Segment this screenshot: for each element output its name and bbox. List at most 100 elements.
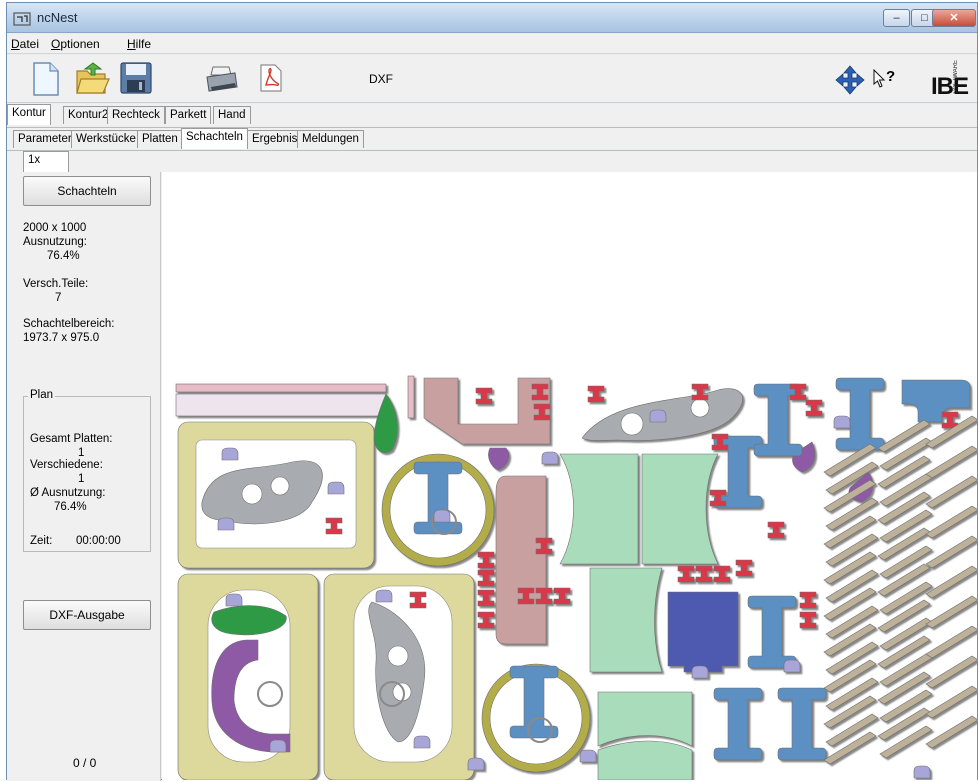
ibe-logo: IBE — [931, 73, 969, 100]
sheet-size: 2000 x 1000 — [23, 222, 87, 234]
part-lavender-tab[interactable] — [433, 509, 451, 523]
move-arrows-icon[interactable] — [835, 65, 865, 95]
nest-button[interactable]: Schachteln — [23, 176, 151, 206]
tab-kontur2[interactable]: Kontur2 — [63, 106, 114, 124]
tab-parameter[interactable]: Parameter — [13, 130, 77, 148]
part-red-clip[interactable] — [477, 611, 495, 629]
part-lavender-tab[interactable] — [691, 665, 709, 679]
part-lavender-tab[interactable] — [579, 749, 597, 763]
part-lavender-tab[interactable] — [913, 765, 931, 779]
title-bar[interactable]: ncNest – □ ✕ — [7, 3, 977, 33]
parts-label: Versch.Teile: — [23, 278, 89, 290]
minimize-button[interactable]: – — [883, 9, 910, 27]
part-green-segment[interactable] — [559, 453, 639, 565]
save-icon[interactable] — [119, 61, 153, 95]
tab-platten[interactable]: Platten — [137, 130, 183, 148]
part-lavender-tab[interactable] — [327, 481, 345, 495]
tab-hand[interactable]: Hand — [213, 106, 251, 124]
nest-area-value: 1973.7 x 975.0 — [23, 332, 100, 344]
part-strip[interactable] — [175, 393, 387, 417]
nesting-canvas[interactable] — [162, 172, 977, 780]
part-lavender-tab[interactable] — [541, 451, 559, 465]
tab-meldungen[interactable]: Meldungen — [297, 130, 364, 148]
tab-kontur[interactable]: Kontur — [7, 104, 51, 125]
toolbar: DXF ? IBE SOFTWARE — [7, 55, 977, 103]
part-blue-ibeam[interactable] — [901, 379, 971, 423]
dxf-export-button[interactable]: DXF-Ausgabe — [23, 600, 151, 630]
part-red-clip[interactable] — [735, 559, 753, 577]
avg-utilization-label: Ø Ausnutzung: — [30, 487, 106, 499]
print-icon[interactable] — [205, 65, 239, 95]
part-purple-wedge[interactable] — [488, 447, 510, 471]
tab-run-1x[interactable]: 1x — [23, 151, 69, 172]
tab-ergebnis[interactable]: Ergebnis — [247, 130, 303, 148]
page-counter: 0 / 0 — [73, 756, 97, 770]
different-label: Verschiedene: — [30, 459, 103, 471]
tab-parkett[interactable]: Parkett — [165, 106, 212, 124]
part-navy-block[interactable] — [667, 591, 739, 673]
part-blue-ibeam[interactable] — [747, 595, 797, 669]
tab-werkstuecke[interactable]: Werkstücke — [71, 130, 141, 148]
tab-rechteck[interactable]: Rechteck — [107, 106, 165, 124]
different-value: 1 — [78, 473, 85, 485]
part-green-segment[interactable] — [597, 691, 693, 747]
part-red-clip[interactable] — [695, 565, 713, 583]
part-lavender-tab[interactable] — [225, 593, 243, 607]
time-label: Zeit: — [30, 535, 53, 547]
nest-area-label: Schachtelbereich: — [23, 318, 115, 330]
part-red-clip[interactable] — [677, 565, 695, 583]
pdf-export-icon[interactable] — [259, 63, 283, 93]
part-red-clip[interactable] — [713, 565, 731, 583]
part-green-segment[interactable] — [641, 453, 719, 565]
part-red-clip[interactable] — [799, 611, 817, 629]
part-green-segment[interactable] — [597, 740, 693, 780]
part-green-segment[interactable] — [589, 567, 663, 673]
context-help-pointer-icon[interactable] — [873, 69, 887, 89]
part-red-clip[interactable] — [767, 521, 785, 539]
part-blue-ibeam[interactable] — [713, 687, 763, 761]
part-lavender-tab[interactable] — [413, 735, 431, 749]
part-red-clip[interactable] — [587, 385, 605, 403]
part-blue-ibeam[interactable] — [777, 687, 827, 761]
dxf-label[interactable]: DXF — [369, 72, 393, 86]
new-file-icon[interactable] — [31, 61, 61, 97]
part-red-clip[interactable] — [477, 551, 495, 569]
part-red-clip[interactable] — [553, 587, 571, 605]
part-lavender-tab[interactable] — [269, 739, 287, 753]
part-blue-ibeam[interactable] — [835, 377, 885, 451]
part-strip[interactable] — [407, 375, 415, 419]
part-lavender-tab[interactable] — [649, 409, 667, 423]
part-parquet-planks[interactable] — [823, 415, 977, 765]
part-lavender-tab[interactable] — [467, 757, 485, 771]
utilization-value: 76.4% — [47, 250, 80, 262]
time-value: 00:00:00 — [76, 535, 121, 547]
part-red-clip[interactable] — [799, 591, 817, 609]
close-button[interactable]: ✕ — [932, 9, 976, 27]
part-red-clip[interactable] — [477, 569, 495, 587]
part-lavender-tab[interactable] — [217, 517, 235, 531]
part-lavender-tab[interactable] — [783, 659, 801, 673]
app-icon — [13, 12, 31, 26]
window-title: ncNest — [37, 10, 78, 25]
parts-value: 7 — [55, 292, 62, 304]
ibe-logo-sub: SOFTWARE — [953, 60, 959, 94]
part-red-clip[interactable] — [477, 589, 495, 607]
nesting-drawing[interactable] — [162, 172, 977, 780]
part-red-clip[interactable] — [475, 387, 493, 405]
menu-datei[interactable]: Datei — [11, 37, 39, 51]
part-strip[interactable] — [175, 383, 387, 393]
part-red-clip[interactable] — [691, 383, 709, 401]
part-red-clip[interactable] — [941, 411, 959, 429]
part-lavender-tab[interactable] — [375, 589, 393, 603]
main-tab-row: Kontur Kontur2 Rechteck Parkett Hand — [7, 104, 977, 126]
part-lavender-tab[interactable] — [833, 415, 851, 429]
tab-schachteln[interactable]: Schachteln — [181, 128, 248, 149]
part-lavender-tab[interactable] — [221, 447, 239, 461]
part-pink-bracket[interactable] — [495, 475, 547, 645]
menu-optionen[interactable]: Optionen — [51, 37, 100, 51]
context-help-label[interactable]: ? — [886, 68, 895, 85]
menu-hilfe[interactable]: Hilfe — [127, 37, 151, 51]
open-folder-icon[interactable] — [75, 61, 111, 97]
part-red-clip[interactable] — [805, 399, 823, 417]
utilization-label: Ausnutzung: — [23, 236, 87, 248]
